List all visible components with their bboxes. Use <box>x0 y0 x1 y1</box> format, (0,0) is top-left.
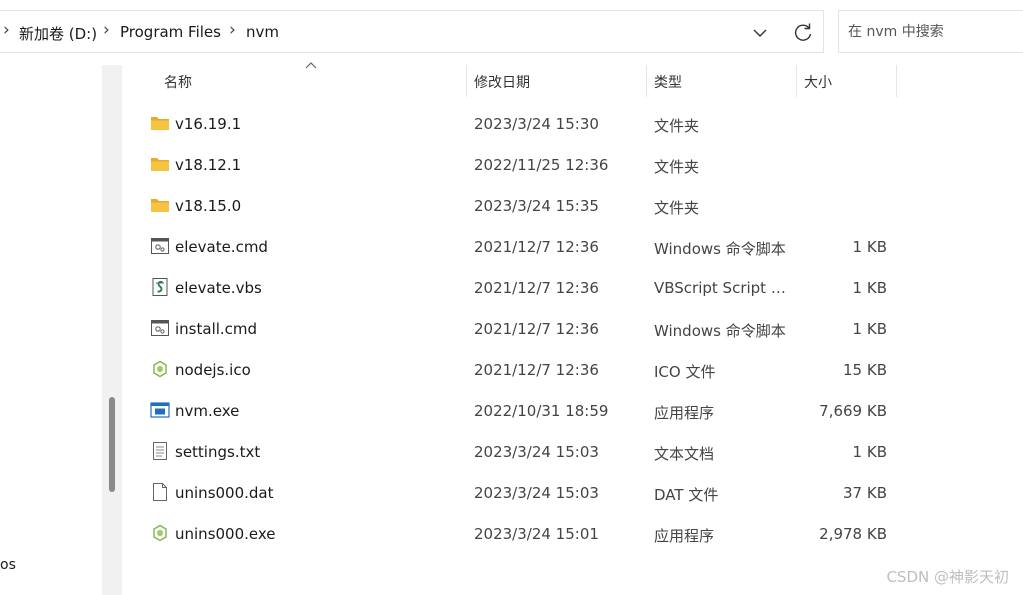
file-row[interactable]: elevate.cmd 2021/12/7 12:36 Windows 命令脚本 1 … <box>145 226 905 267</box>
file-name: v16.19.1 <box>175 115 242 133</box>
breadcrumb-separator-icon[interactable]: › <box>229 20 236 40</box>
nav-item-partial[interactable]: os <box>0 557 16 573</box>
file-modified-date: 2021/12/7 12:36 <box>474 320 599 338</box>
file-type: 应用程序 <box>654 404 715 422</box>
file-name: nvm.exe <box>175 402 240 420</box>
file-row[interactable]: settings.txt 2023/3/24 15:03 文本文档 1 KB <box>145 431 905 472</box>
file-type: 应用程序 <box>654 527 715 545</box>
file-size: 1 KB <box>852 320 887 338</box>
vbscript-icon <box>150 278 170 296</box>
file-row[interactable]: nvm.exe 2022/10/31 18:59 应用程序 7,669 KB <box>145 390 905 431</box>
refresh-icon <box>794 23 812 41</box>
file-modified-date: 2023/3/24 15:30 <box>474 115 599 133</box>
file-row[interactable]: nodejs.ico 2021/12/7 12:36 ICO 文件 15 KB <box>145 349 905 390</box>
exe-window-icon <box>150 401 170 419</box>
file-row[interactable]: unins000.dat 2023/3/24 15:03 DAT 文件 37 KB <box>145 472 905 513</box>
column-header-name[interactable]: 名称 <box>164 72 192 92</box>
column-header-date[interactable]: 修改日期 <box>474 72 530 92</box>
breadcrumb-nvm[interactable]: nvm <box>246 23 279 41</box>
file-name: unins000.dat <box>175 484 274 502</box>
file-name: unins000.exe <box>175 525 276 543</box>
blank-file-icon <box>150 483 170 501</box>
column-divider[interactable] <box>646 65 647 97</box>
file-row[interactable]: v18.15.0 2023/3/24 15:35 文件夹 <box>145 185 905 226</box>
address-bar[interactable]: › 新加卷 (D:) › Program Files › nvm <box>0 10 824 53</box>
file-name: settings.txt <box>175 443 261 461</box>
text-file-icon <box>150 442 170 460</box>
breadcrumb-chevron-icon[interactable]: › <box>3 20 10 40</box>
nodejs-icon <box>150 524 170 542</box>
file-size: 37 KB <box>843 484 887 502</box>
file-type: 文件夹 <box>654 199 700 217</box>
file-row[interactable]: unins000.exe 2023/3/24 15:01 应用程序 2,978 KB <box>145 513 905 554</box>
breadcrumb-separator-icon[interactable]: › <box>103 20 110 40</box>
file-type: 文件夹 <box>654 117 700 135</box>
file-size: 2,978 KB <box>819 525 887 543</box>
file-type: Windows 命令脚本 <box>654 240 786 258</box>
nav-scrollbar-track[interactable] <box>102 65 122 595</box>
search-box[interactable] <box>838 10 1023 53</box>
file-modified-date: 2023/3/24 15:01 <box>474 525 599 543</box>
file-row[interactable]: v18.12.1 2022/11/25 12:36 文件夹 <box>145 144 905 185</box>
file-modified-date: 2022/11/25 12:36 <box>474 156 609 174</box>
column-header-type[interactable]: 类型 <box>654 72 682 92</box>
file-row[interactable]: elevate.vbs 2021/12/7 12:36 VBScript Scrip… <box>145 267 905 308</box>
file-name: v18.12.1 <box>175 156 242 174</box>
watermark: CSDN @神影天初 <box>886 568 1009 586</box>
file-name: elevate.vbs <box>175 279 262 297</box>
folder-icon <box>150 155 170 173</box>
file-type: VBScript Script … <box>654 279 786 297</box>
folder-icon <box>150 114 170 132</box>
file-name: nodejs.ico <box>175 361 251 379</box>
file-modified-date: 2021/12/7 12:36 <box>474 238 599 256</box>
sort-ascending-icon <box>305 62 317 69</box>
navigation-pane <box>0 65 102 595</box>
file-modified-date: 2023/3/24 15:03 <box>474 484 599 502</box>
file-size: 7,669 KB <box>819 402 887 420</box>
file-modified-date: 2021/12/7 12:36 <box>474 279 599 297</box>
file-name: elevate.cmd <box>175 238 268 256</box>
file-name: v18.15.0 <box>175 197 242 215</box>
refresh-button[interactable] <box>790 20 816 46</box>
file-row[interactable]: v16.19.1 2023/3/24 15:30 文件夹 <box>145 103 905 144</box>
file-type: 文件夹 <box>654 158 700 176</box>
file-type: Windows 命令脚本 <box>654 322 786 340</box>
column-divider[interactable] <box>466 65 467 97</box>
file-modified-date: 2023/3/24 15:03 <box>474 443 599 461</box>
file-size: 1 KB <box>852 238 887 256</box>
file-type: 文本文档 <box>654 445 715 463</box>
file-modified-date: 2021/12/7 12:36 <box>474 361 599 379</box>
file-modified-date: 2022/10/31 18:59 <box>474 402 609 420</box>
file-size: 15 KB <box>843 361 887 379</box>
file-type: DAT 文件 <box>654 486 719 504</box>
address-history-dropdown[interactable] <box>748 21 772 45</box>
column-divider[interactable] <box>796 65 797 97</box>
file-name: install.cmd <box>175 320 258 338</box>
nav-scrollbar-thumb[interactable] <box>109 397 115 492</box>
file-row[interactable]: install.cmd 2021/12/7 12:36 Windows 命令脚本 1 … <box>145 308 905 349</box>
cmd-script-icon <box>150 319 170 337</box>
file-type: ICO 文件 <box>654 363 716 381</box>
column-header-size[interactable]: 大小 <box>804 72 832 92</box>
breadcrumb-drive[interactable]: 新加卷 (D:) <box>19 23 97 44</box>
column-divider[interactable] <box>896 65 897 97</box>
breadcrumb-program-files[interactable]: Program Files <box>120 23 221 41</box>
search-input[interactable] <box>839 11 1023 52</box>
file-size: 1 KB <box>852 443 887 461</box>
file-size: 1 KB <box>852 279 887 297</box>
folder-icon <box>150 196 170 214</box>
cmd-script-icon <box>150 237 170 255</box>
file-modified-date: 2023/3/24 15:35 <box>474 197 599 215</box>
nodejs-icon <box>150 360 170 378</box>
chevron-down-icon <box>753 29 767 37</box>
